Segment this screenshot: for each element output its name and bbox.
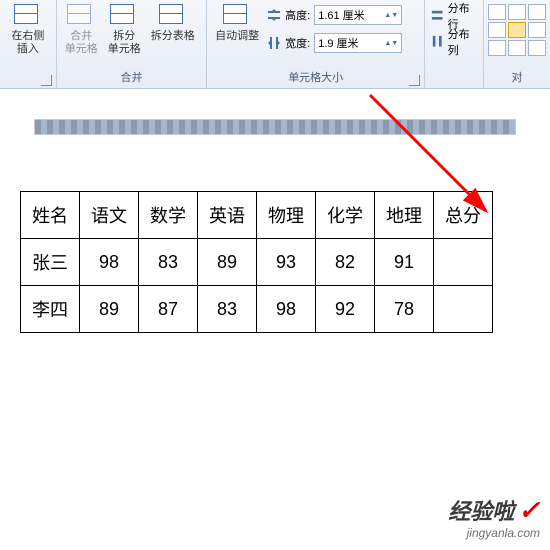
header-cell[interactable]: 数学: [139, 192, 198, 239]
group-cell-size: 自动调整 高度: 1.61 厘米 ▲▼ 宽度: 1.9 厘米 ▲▼ 单元格大小: [207, 0, 425, 88]
group-alignment: 对: [484, 0, 550, 88]
header-cell[interactable]: 总分: [434, 192, 493, 239]
align-mr[interactable]: [528, 22, 546, 38]
cell[interactable]: 83: [139, 239, 198, 286]
align-br[interactable]: [528, 40, 546, 56]
col-width-icon: [267, 36, 281, 50]
ribbon: 在右侧插入 合并 单元格 拆分 单元格 拆分表格 合并 自动调整 高: [0, 0, 550, 89]
cell-total[interactable]: [434, 239, 493, 286]
header-cell[interactable]: 姓名: [21, 192, 80, 239]
cell[interactable]: 87: [139, 286, 198, 333]
group-rc-label: [0, 85, 56, 88]
group-align-label: 对: [484, 69, 550, 88]
spinner-arrows-icon[interactable]: ▲▼: [384, 40, 398, 47]
row-height-control: 高度: 1.61 厘米 ▲▼: [267, 2, 402, 28]
cell-total[interactable]: [434, 286, 493, 333]
document-area: 姓名 语文 数学 英语 物理 化学 地理 总分 张三 98 83 89 93 8…: [0, 89, 550, 333]
width-input[interactable]: 1.9 厘米 ▲▼: [314, 33, 402, 53]
watermark: 经验啦✓ jingyanla.com: [448, 494, 540, 540]
score-table[interactable]: 姓名 语文 数学 英语 物理 化学 地理 总分 张三 98 83 89 93 8…: [20, 191, 493, 333]
group-rows-cols: 在右侧插入: [0, 0, 57, 88]
align-tl[interactable]: [488, 4, 506, 20]
header-cell[interactable]: 语文: [80, 192, 139, 239]
cell[interactable]: 78: [375, 286, 434, 333]
insert-right-label: 在右侧插入: [8, 30, 48, 56]
cell-name[interactable]: 张三: [21, 239, 80, 286]
check-icon: ✓: [518, 495, 540, 526]
autofit-icon: [223, 4, 251, 28]
cell[interactable]: 89: [80, 286, 139, 333]
table-row: 张三 98 83 89 93 82 91: [21, 239, 493, 286]
header-cell[interactable]: 物理: [257, 192, 316, 239]
merge-cells-icon: [67, 4, 95, 28]
group-cellsize-label: 单元格大小: [288, 72, 343, 84]
align-tc[interactable]: [508, 4, 526, 20]
cell[interactable]: 83: [198, 286, 257, 333]
header-cell[interactable]: 化学: [316, 192, 375, 239]
split-cells-button[interactable]: 拆分 单元格: [106, 2, 143, 58]
width-label: 宽度:: [285, 35, 310, 51]
distribute-rows-button[interactable]: 分布行: [431, 6, 477, 26]
merge-cells-label: 合并 单元格: [65, 30, 98, 56]
split-table-icon: [159, 4, 187, 28]
distribute-rows-icon: [431, 9, 443, 23]
cell[interactable]: 98: [80, 239, 139, 286]
cell[interactable]: 91: [375, 239, 434, 286]
distribute-cols-label: 分布列: [448, 26, 477, 58]
watermark-brand: 经验啦: [448, 494, 514, 526]
col-width-control: 宽度: 1.9 厘米 ▲▼: [267, 30, 402, 56]
cell[interactable]: 82: [316, 239, 375, 286]
insert-right-icon: [14, 4, 42, 28]
group-distribute: 分布行 分布列: [425, 0, 484, 88]
group-dist-label: [425, 85, 483, 88]
table-row: 李四 89 87 83 98 92 78: [21, 286, 493, 333]
watermark-site: jingyanla.com: [448, 526, 540, 540]
align-ml[interactable]: [488, 22, 506, 38]
group-merge-label: 合并: [57, 69, 206, 88]
distribute-cols-button[interactable]: 分布列: [431, 32, 477, 52]
cell[interactable]: 92: [316, 286, 375, 333]
distribute-cols-icon: [431, 35, 443, 49]
align-bl[interactable]: [488, 40, 506, 56]
cell[interactable]: 98: [257, 286, 316, 333]
align-tr[interactable]: [528, 4, 546, 20]
cell[interactable]: 93: [257, 239, 316, 286]
autofit-label: 自动调整: [215, 30, 259, 43]
document-edge: [34, 119, 516, 135]
width-value: 1.9 厘米: [318, 35, 358, 51]
merge-cells-button[interactable]: 合并 单元格: [63, 2, 100, 58]
cell[interactable]: 89: [198, 239, 257, 286]
align-bc[interactable]: [508, 40, 526, 56]
header-cell[interactable]: 英语: [198, 192, 257, 239]
height-input[interactable]: 1.61 厘米 ▲▼: [314, 5, 402, 25]
height-label: 高度:: [285, 7, 310, 23]
header-cell[interactable]: 地理: [375, 192, 434, 239]
autofit-button[interactable]: 自动调整: [213, 2, 261, 45]
split-cells-label: 拆分 单元格: [108, 30, 141, 56]
cell-name[interactable]: 李四: [21, 286, 80, 333]
insert-right-button[interactable]: 在右侧插入: [6, 2, 50, 58]
dialog-launcher-icon[interactable]: [41, 75, 52, 86]
alignment-grid: [486, 2, 548, 58]
table-header-row: 姓名 语文 数学 英语 物理 化学 地理 总分: [21, 192, 493, 239]
split-table-button[interactable]: 拆分表格: [149, 2, 197, 45]
split-cells-icon: [110, 4, 138, 28]
spinner-arrows-icon[interactable]: ▲▼: [384, 12, 398, 19]
align-mc[interactable]: [508, 22, 526, 38]
dialog-launcher-icon[interactable]: [409, 75, 420, 86]
height-value: 1.61 厘米: [318, 7, 364, 23]
row-height-icon: [267, 8, 281, 22]
group-merge: 合并 单元格 拆分 单元格 拆分表格 合并: [57, 0, 207, 88]
split-table-label: 拆分表格: [151, 30, 195, 43]
